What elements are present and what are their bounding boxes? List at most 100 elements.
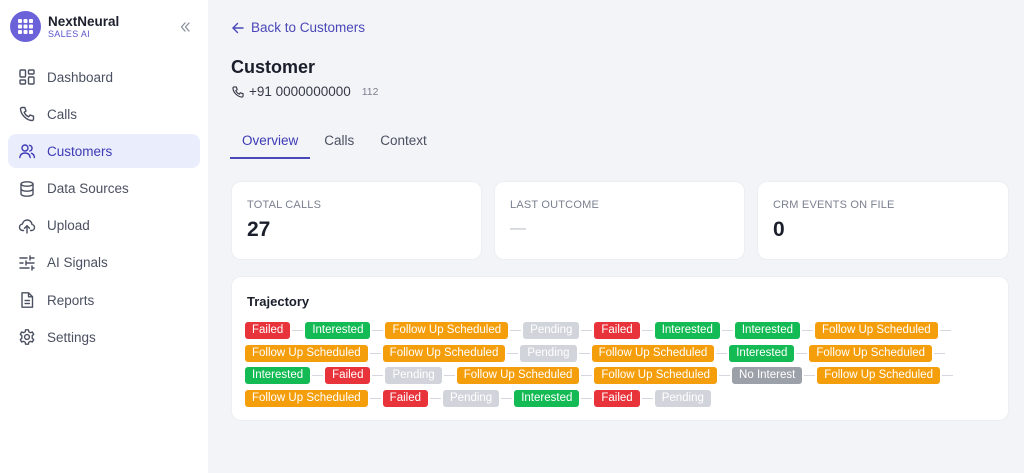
timeline-connector bbox=[802, 330, 814, 331]
timeline-connector bbox=[369, 397, 381, 399]
back-link-label: Back to Customers bbox=[251, 20, 366, 35]
outcome-badge: Interested bbox=[305, 322, 371, 339]
timeline-connector bbox=[292, 330, 304, 331]
sidebar-item-reports[interactable]: Reports bbox=[8, 283, 200, 317]
timeline-connector bbox=[369, 352, 381, 354]
timeline-connector bbox=[443, 375, 455, 376]
file-text-icon bbox=[18, 291, 36, 309]
timeline-connector bbox=[939, 330, 951, 331]
stat-card-crm-events: CRM EVENTS ON FILE 0 bbox=[757, 181, 1009, 260]
stat-label: CRM EVENTS ON FILE bbox=[773, 199, 895, 211]
outcome-badge: Pending bbox=[654, 389, 711, 407]
sidebar-item-label: Data Sources bbox=[47, 181, 129, 197]
outcome-badge: Follow Up Scheduled bbox=[385, 322, 509, 339]
sidebar-item-label: Reports bbox=[47, 292, 95, 308]
tab-context[interactable]: Context bbox=[368, 131, 439, 159]
timeline-connector bbox=[372, 330, 384, 331]
tab-bar: Overview Calls Context bbox=[230, 131, 439, 159]
trajectory-row: Failed Interested Follow Up Scheduled Pendi… bbox=[245, 322, 953, 339]
stat-card-total-calls: TOTAL CALLS 27 bbox=[231, 181, 482, 260]
dashboard-icon bbox=[18, 68, 36, 86]
timeline-connector bbox=[510, 330, 522, 331]
sidebar-item-label: Settings bbox=[47, 329, 96, 345]
trajectory-row: Follow Up Scheduled Failed Pending Interest… bbox=[245, 389, 711, 407]
tab-overview[interactable]: Overview bbox=[230, 131, 311, 159]
timeline-connector bbox=[581, 375, 593, 376]
sidebar-item-label: Dashboard bbox=[47, 69, 114, 85]
chevrons-left-icon bbox=[180, 22, 190, 32]
phone-icon bbox=[232, 85, 244, 98]
sidebar-item-upload[interactable]: Upload bbox=[8, 209, 200, 243]
stat-value: — bbox=[510, 220, 526, 237]
timeline-connector bbox=[501, 397, 513, 399]
outcome-badge: Follow Up Scheduled bbox=[815, 322, 938, 339]
tab-calls[interactable]: Calls bbox=[310, 131, 368, 159]
timeline-connector bbox=[804, 375, 816, 376]
users-icon bbox=[18, 142, 36, 160]
outcome-badge: Follow Up Scheduled bbox=[817, 367, 940, 384]
timeline-connector bbox=[581, 397, 593, 399]
timeline-connector bbox=[312, 375, 324, 376]
sidebar-item-calls[interactable]: Calls bbox=[8, 97, 200, 131]
sidebar-nav: Dashboard Calls Customers Data Sources U… bbox=[8, 60, 200, 358]
upload-cloud-icon bbox=[18, 217, 36, 235]
arrow-left-icon bbox=[232, 22, 244, 33]
brand-name: NextNeural bbox=[48, 13, 120, 29]
outcome-badge: Pending bbox=[385, 367, 442, 384]
outcome-badge: Pending bbox=[523, 322, 580, 339]
brand-subtitle: SALES AI bbox=[48, 28, 90, 39]
sidebar: NextNeural SALES AI Dashboard Calls Cust… bbox=[0, 0, 208, 473]
timeline-connector bbox=[934, 352, 946, 354]
sliders-icon bbox=[18, 254, 36, 272]
sidebar-item-data-sources[interactable]: Data Sources bbox=[8, 172, 200, 206]
outcome-badge: Follow Up Scheduled bbox=[382, 344, 506, 362]
outcome-badge: Follow Up Scheduled bbox=[591, 344, 715, 362]
stat-value: 0 bbox=[773, 218, 785, 241]
sidebar-item-label: AI Signals bbox=[47, 255, 108, 271]
timeline-connector bbox=[507, 352, 519, 354]
phone-icon bbox=[18, 105, 36, 123]
sidebar-item-dashboard[interactable]: Dashboard bbox=[8, 60, 200, 94]
outcome-badge: Pending bbox=[443, 389, 500, 407]
timeline-connector bbox=[578, 352, 590, 354]
outcome-badge: Follow Up Scheduled bbox=[594, 367, 718, 384]
brand: NextNeural SALES AI bbox=[10, 11, 119, 42]
outcome-badge: Failed bbox=[245, 322, 291, 339]
trajectory-row: Interested Failed Pending Follow Up Schedul… bbox=[245, 367, 955, 384]
stat-label: TOTAL CALLS bbox=[247, 199, 322, 211]
outcome-badge: Interested bbox=[654, 322, 720, 339]
timeline-connector bbox=[372, 375, 384, 376]
outcome-badge: Failed bbox=[382, 389, 428, 407]
back-to-customers-link[interactable]: Back to Customers bbox=[231, 20, 365, 35]
outcome-badge: Follow Up Scheduled bbox=[456, 367, 580, 384]
sidebar-item-customers[interactable]: Customers bbox=[8, 134, 200, 169]
timeline-connector bbox=[719, 375, 731, 376]
sidebar-item-label: Calls bbox=[47, 106, 78, 122]
customer-phone-row: +91 0000000000 112 bbox=[231, 84, 378, 99]
outcome-badge: Interested bbox=[514, 389, 580, 407]
sidebar-item-label: Customers bbox=[47, 143, 113, 159]
sidebar-item-ai-signals[interactable]: AI Signals bbox=[8, 246, 200, 280]
stat-value: 27 bbox=[247, 218, 271, 241]
stat-card-last-outcome: LAST OUTCOME — bbox=[494, 181, 745, 260]
outcome-badge: Failed bbox=[594, 322, 640, 339]
outcome-badge: Interested bbox=[729, 344, 795, 362]
grid-icon bbox=[10, 11, 41, 42]
timeline-connector bbox=[716, 352, 728, 354]
timeline-connector bbox=[796, 352, 808, 354]
timeline-connector bbox=[721, 330, 733, 331]
timeline-connector bbox=[430, 397, 441, 399]
timeline-connector bbox=[641, 397, 653, 399]
outcome-badge: Follow Up Scheduled bbox=[245, 344, 368, 362]
sidebar-item-label: Upload bbox=[47, 218, 90, 234]
outcome-badge: Failed bbox=[325, 367, 371, 384]
timeline-connector bbox=[581, 330, 593, 331]
outcome-badge: Pending bbox=[520, 344, 577, 362]
outcome-badge: Follow Up Scheduled bbox=[809, 344, 933, 362]
customer-phone: +91 0000000000 bbox=[249, 84, 351, 99]
collapse-sidebar-button[interactable] bbox=[176, 18, 194, 36]
stat-label: LAST OUTCOME bbox=[510, 199, 599, 211]
timeline-connector bbox=[941, 375, 953, 376]
gear-icon bbox=[18, 328, 36, 346]
sidebar-item-settings[interactable]: Settings bbox=[8, 320, 200, 354]
